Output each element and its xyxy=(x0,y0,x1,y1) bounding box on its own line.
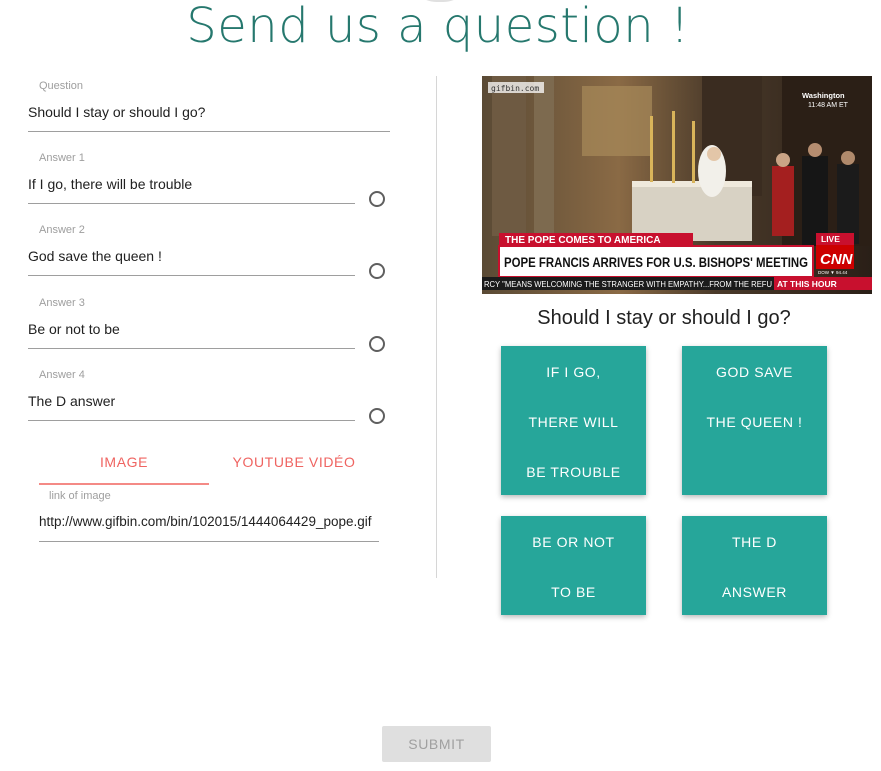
ticker-text: RCY "MEANS WELCOMING THE STRANGER WITH E… xyxy=(484,280,772,289)
preview-answer-3-line-2: TO BE xyxy=(551,584,596,600)
news-frame-illustration: gifbin.com Washington 11:48 AM ET THE PO… xyxy=(482,76,872,294)
preview-question: Should I stay or should I go? xyxy=(537,307,791,329)
banner-kicker-text: THE POPE COMES TO AMERICA xyxy=(505,235,661,246)
dow-text: DOW ▼ 94.44 xyxy=(818,270,848,275)
preview-answer-3-button[interactable]: BE OR NOT TO BE xyxy=(501,516,646,615)
preview-answer-4-line-1: THE D xyxy=(732,534,777,550)
answer-1-label: Answer 1 xyxy=(39,152,85,164)
preview-answer-1-line-2: THERE WILL xyxy=(528,414,619,430)
preview-answer-2-button[interactable]: GOD SAVE THE QUEEN ! xyxy=(682,346,827,495)
answer-3-underline xyxy=(28,348,355,349)
ticker-tag-text: AT THIS HOUR xyxy=(777,279,837,289)
answer-2-input[interactable]: God save the queen ! xyxy=(28,248,162,264)
answer-2-underline xyxy=(28,275,355,276)
answer-1-correct-radio[interactable] xyxy=(369,191,385,207)
preview-answer-1-line-3: BE TROUBLE xyxy=(526,464,621,480)
preview-answer-2-line-2: THE QUEEN ! xyxy=(706,414,803,430)
answer-3-input[interactable]: Be or not to be xyxy=(28,321,120,337)
answer-4-input[interactable]: The D answer xyxy=(28,393,115,409)
active-tab-indicator xyxy=(39,483,209,485)
answer-1-underline xyxy=(28,203,355,204)
live-text: LIVE xyxy=(821,234,840,244)
preview-answer-1-line-1: IF I GO, xyxy=(546,364,601,380)
preview-answer-4-button[interactable]: THE D ANSWER xyxy=(682,516,827,615)
page: Send us a question ! Question Should I s… xyxy=(0,0,881,771)
image-link-underline xyxy=(39,541,379,542)
preview-image: gifbin.com Washington 11:48 AM ET THE PO… xyxy=(482,76,872,294)
page-title: Send us a question ! xyxy=(186,0,690,54)
answer-4-correct-radio[interactable] xyxy=(369,408,385,424)
answer-2-correct-radio[interactable] xyxy=(369,263,385,279)
answer-3-correct-radio[interactable] xyxy=(369,336,385,352)
banner-headline-text: POPE FRANCIS ARRIVES FOR U.S. BISHOPS' M… xyxy=(504,255,808,270)
question-label: Question xyxy=(39,80,84,92)
preview-answer-1-button[interactable]: IF I GO, THERE WILL BE TROUBLE xyxy=(501,346,646,495)
question-input[interactable]: Should I stay or should I go? xyxy=(28,104,205,120)
submit-button[interactable]: SUBMIT xyxy=(382,726,491,762)
tab-youtube-video[interactable]: YOUTUBE VIDÉO xyxy=(209,452,379,484)
tab-image[interactable]: IMAGE xyxy=(39,452,209,484)
answer-4-label: Answer 4 xyxy=(39,369,85,381)
answer-3-label: Answer 3 xyxy=(39,297,85,309)
image-link-label: link of image xyxy=(49,490,111,502)
column-divider xyxy=(436,76,437,578)
location-text: Washington xyxy=(802,91,845,100)
preview-answer-3-line-1: BE OR NOT xyxy=(532,534,615,550)
preview-answer-4-line-2: ANSWER xyxy=(721,584,788,600)
preview-answer-2-line-1: GOD SAVE xyxy=(716,364,793,380)
media-tabs: IMAGE YOUTUBE VIDÉO xyxy=(39,452,379,486)
time-text: 11:48 AM ET xyxy=(808,102,849,109)
answer-1-input[interactable]: If I go, there will be trouble xyxy=(28,176,192,192)
answer-4-underline xyxy=(28,420,355,421)
watermark-text: gifbin.com xyxy=(491,84,539,93)
question-underline xyxy=(28,131,390,132)
image-link-input[interactable]: http://www.gifbin.com/bin/102015/1444064… xyxy=(39,514,379,529)
answer-2-label: Answer 2 xyxy=(39,224,85,236)
network-logo-text: CNN xyxy=(820,251,854,268)
